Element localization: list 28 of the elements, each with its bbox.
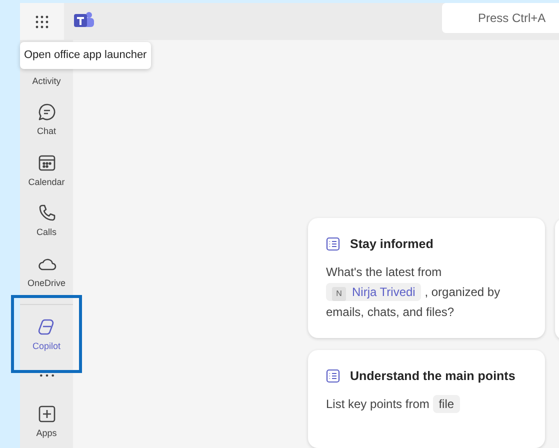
card-title: Stay informed: [350, 236, 434, 253]
sidebar-item[interactable]: Calendar: [20, 146, 73, 198]
sidebar-item[interactable]: Apps: [20, 398, 73, 448]
sidebar-item[interactable]: Copilot: [20, 304, 73, 364]
search-field[interactable]: Press Ctrl+A: [442, 3, 559, 33]
card-title: Understand the main points: [350, 368, 516, 385]
sidebar-item[interactable]: Chat: [20, 96, 73, 147]
sidebar-item[interactable]: OneDrive: [20, 248, 73, 298]
tooltip: Open office app launcher: [20, 42, 151, 68]
grid-dots-icon: [35, 14, 49, 28]
list-icon: [326, 369, 340, 383]
app-logo-icon: [74, 10, 94, 28]
file-chip[interactable]: file: [432, 395, 460, 413]
prompt-card[interactable]: Stay informed What's the latest from N Nirja Trivedi , organized by emails, chats, and files?: [308, 218, 545, 338]
list-icon: [326, 237, 340, 251]
chat-icon: [36, 102, 56, 122]
prompt-text: What's the latest from N Nirja Trivedi , organized by emails, chats, and files?: [326, 264, 502, 321]
person-chip[interactable]: N Nirja Trivedi: [326, 283, 422, 301]
app-launcher-button[interactable]: [20, 3, 64, 40]
calendar-icon: [36, 152, 56, 173]
more-icon: [40, 374, 54, 377]
search-input[interactable]: Press Ctrl+A: [478, 9, 559, 27]
phone-icon: [36, 203, 56, 224]
prompt-card[interactable]: Understand the main points List key points from file: [308, 350, 545, 448]
copilot-icon: [36, 317, 56, 338]
add-apps-icon: [36, 404, 56, 424]
sidebar-item[interactable]: Calls: [20, 197, 73, 248]
prompt-text: List key points from file: [326, 394, 527, 414]
